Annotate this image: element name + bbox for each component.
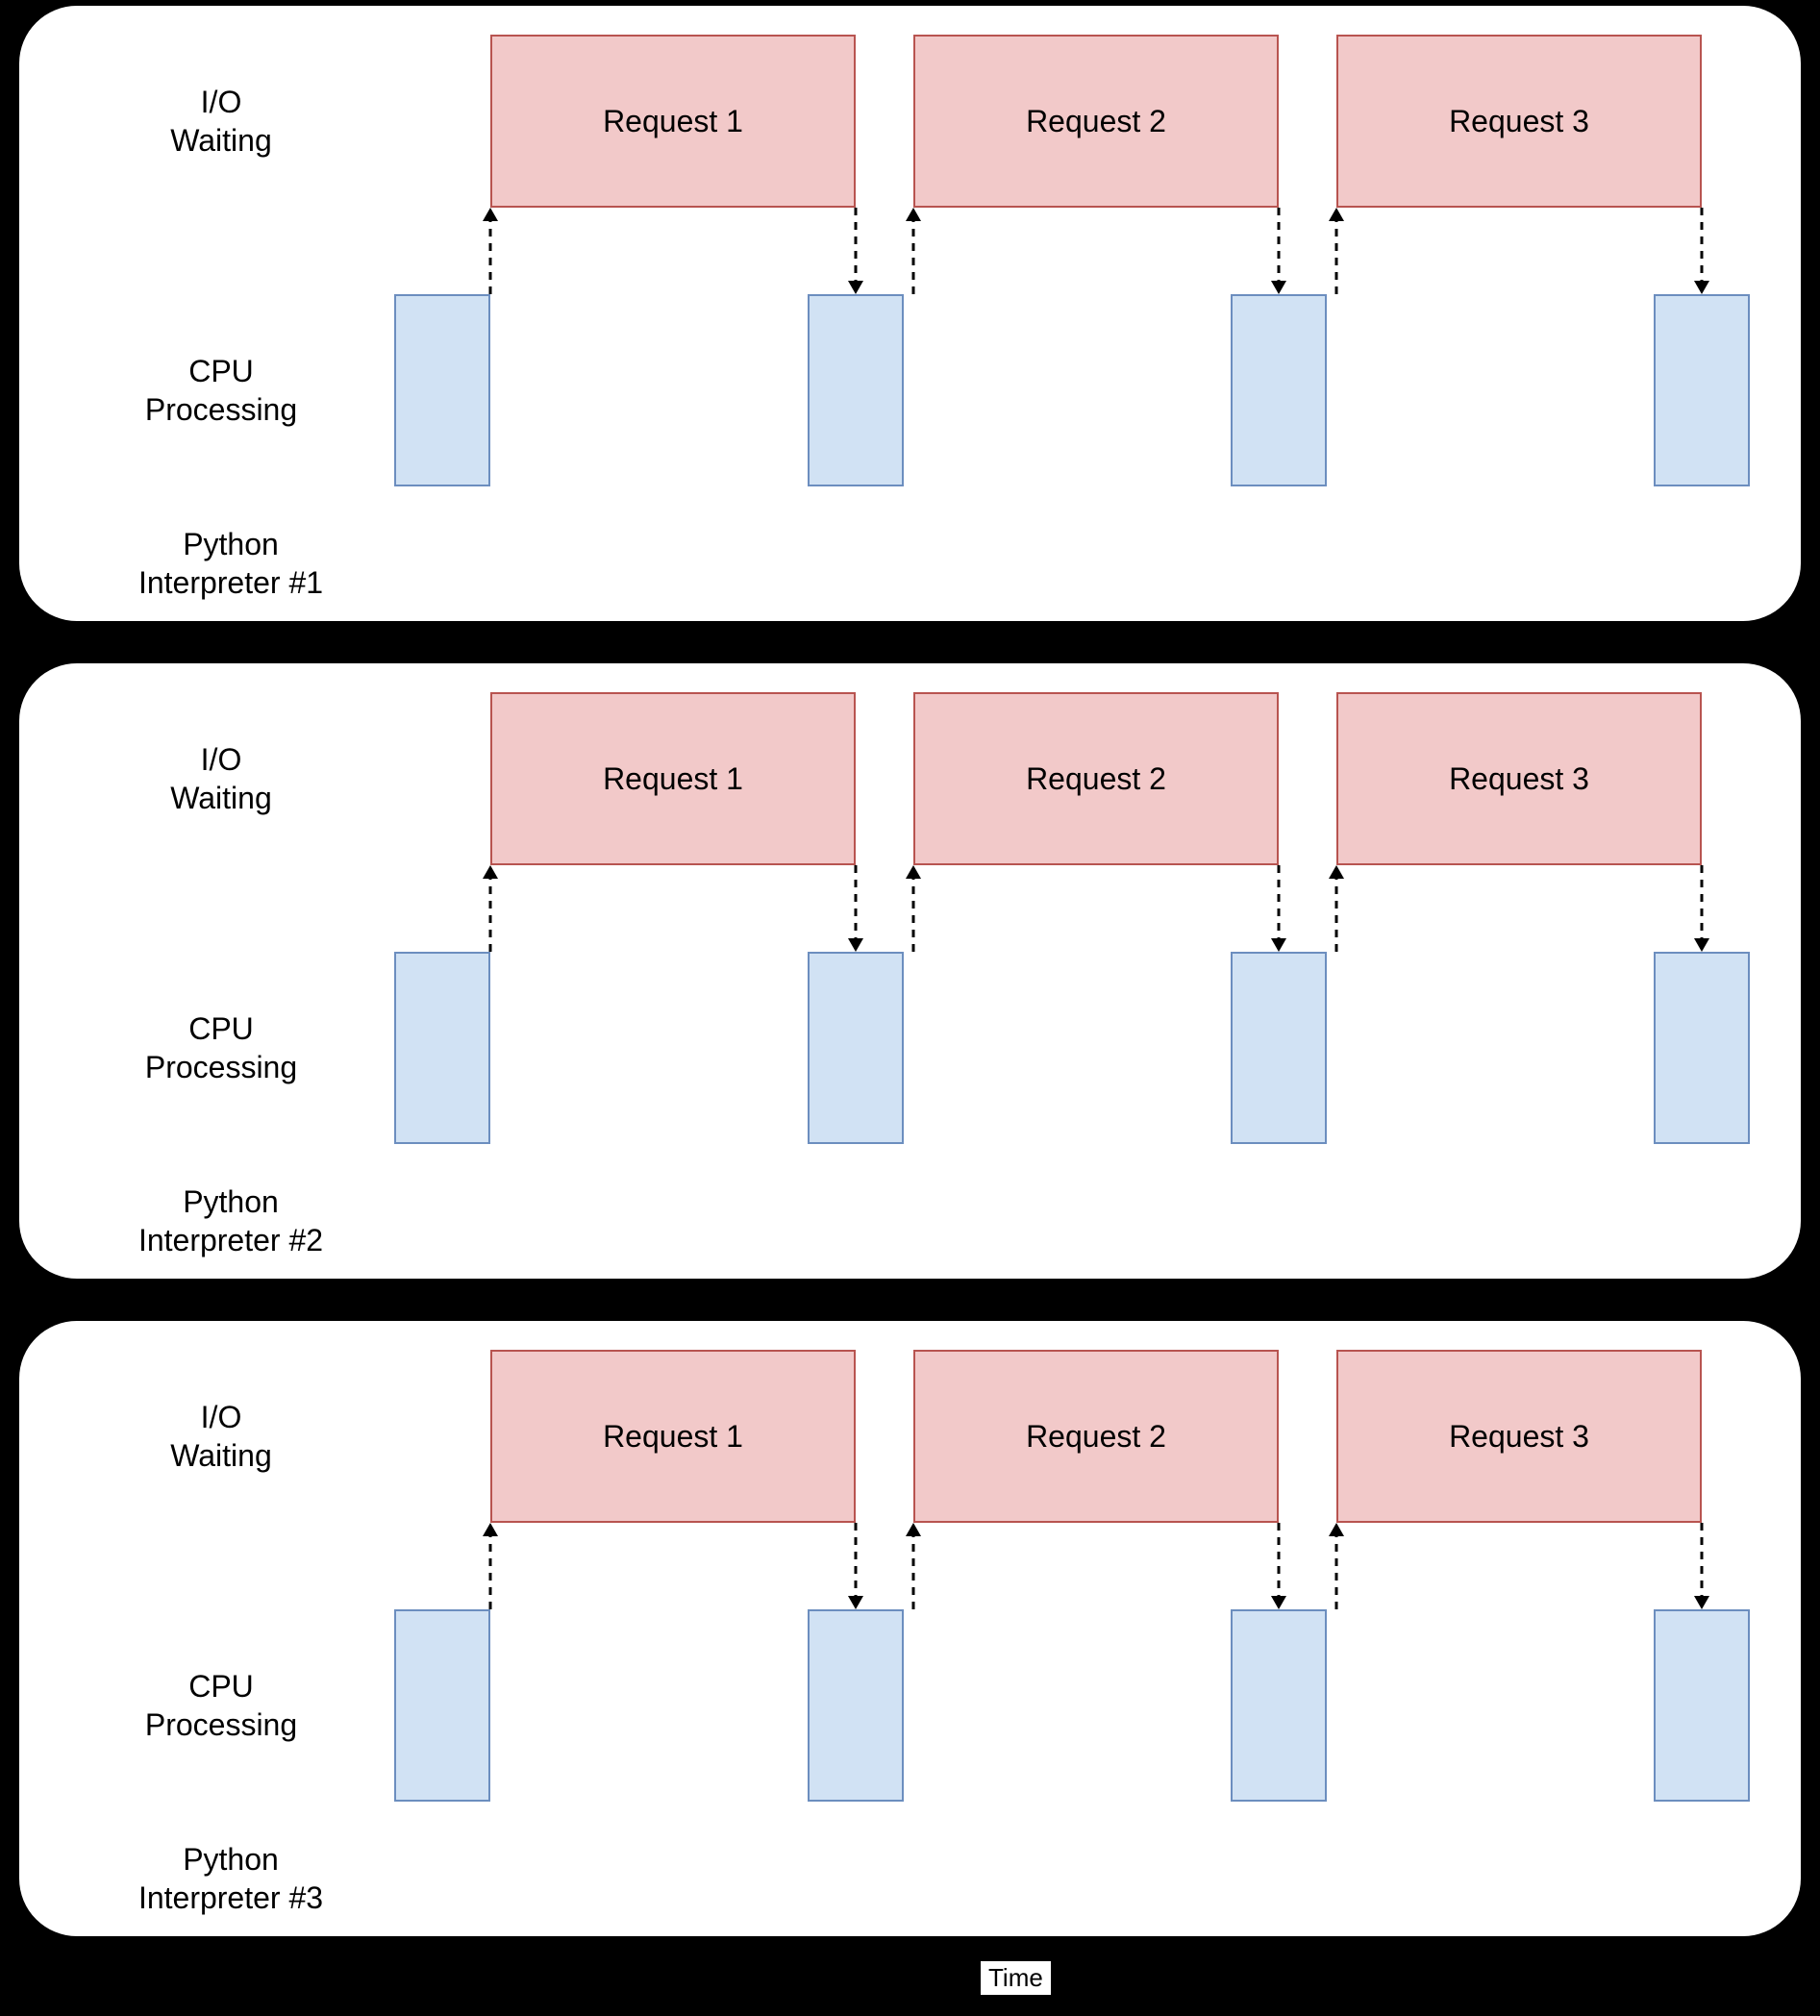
arrow-down-icon (841, 206, 870, 296)
arrow-up-icon (899, 1521, 928, 1611)
arrow-down-icon (1264, 206, 1293, 296)
cpu-block (808, 1609, 904, 1802)
cpu-block (1654, 294, 1750, 486)
cpu-block (1231, 1609, 1327, 1802)
cpu-processing-label: CPU Processing (125, 1009, 317, 1086)
arrow-down-icon (1264, 863, 1293, 954)
io-waiting-label: I/O Waiting (135, 83, 308, 160)
arrow-down-icon (1264, 1521, 1293, 1611)
arrow-down-icon (1687, 863, 1716, 954)
interpreter-label: Python Interpreter #3 (115, 1840, 346, 1917)
time-axis-label: Time (981, 1961, 1051, 1995)
cpu-block (1654, 1609, 1750, 1802)
cpu-block (808, 294, 904, 486)
arrow-up-icon (899, 863, 928, 954)
request-box: Request 2 (913, 1350, 1279, 1523)
request-box: Request 2 (913, 35, 1279, 208)
cpu-block (394, 952, 490, 1144)
cpu-processing-label: CPU Processing (125, 1667, 317, 1744)
cpu-block (394, 1609, 490, 1802)
request-box: Request 3 (1336, 1350, 1702, 1523)
cpu-block (1231, 952, 1327, 1144)
io-waiting-label: I/O Waiting (135, 740, 308, 817)
request-box: Request 1 (490, 692, 856, 865)
io-waiting-label: I/O Waiting (135, 1398, 308, 1475)
arrow-up-icon (1322, 863, 1351, 954)
interpreter-panel: I/O Waiting CPU Processing Python Interpre… (19, 663, 1801, 1279)
interpreter-panel: I/O Waiting CPU Processing Python Interpre… (19, 6, 1801, 621)
request-box: Request 3 (1336, 692, 1702, 865)
cpu-block (808, 952, 904, 1144)
arrow-down-icon (1687, 206, 1716, 296)
cpu-processing-label: CPU Processing (125, 352, 317, 429)
arrow-up-icon (899, 206, 928, 296)
cpu-block (394, 294, 490, 486)
arrow-up-icon (1322, 1521, 1351, 1611)
cpu-block (1231, 294, 1327, 486)
arrow-up-icon (476, 863, 505, 954)
arrow-down-icon (841, 1521, 870, 1611)
request-box: Request 2 (913, 692, 1279, 865)
arrow-up-icon (1322, 206, 1351, 296)
interpreter-label: Python Interpreter #2 (115, 1182, 346, 1259)
arrow-up-icon (476, 206, 505, 296)
arrow-up-icon (476, 1521, 505, 1611)
cpu-block (1654, 952, 1750, 1144)
arrow-down-icon (841, 863, 870, 954)
request-box: Request 3 (1336, 35, 1702, 208)
arrow-down-icon (1687, 1521, 1716, 1611)
interpreter-panel: I/O Waiting CPU Processing Python Interpre… (19, 1321, 1801, 1936)
request-box: Request 1 (490, 35, 856, 208)
request-box: Request 1 (490, 1350, 856, 1523)
interpreter-label: Python Interpreter #1 (115, 525, 346, 602)
